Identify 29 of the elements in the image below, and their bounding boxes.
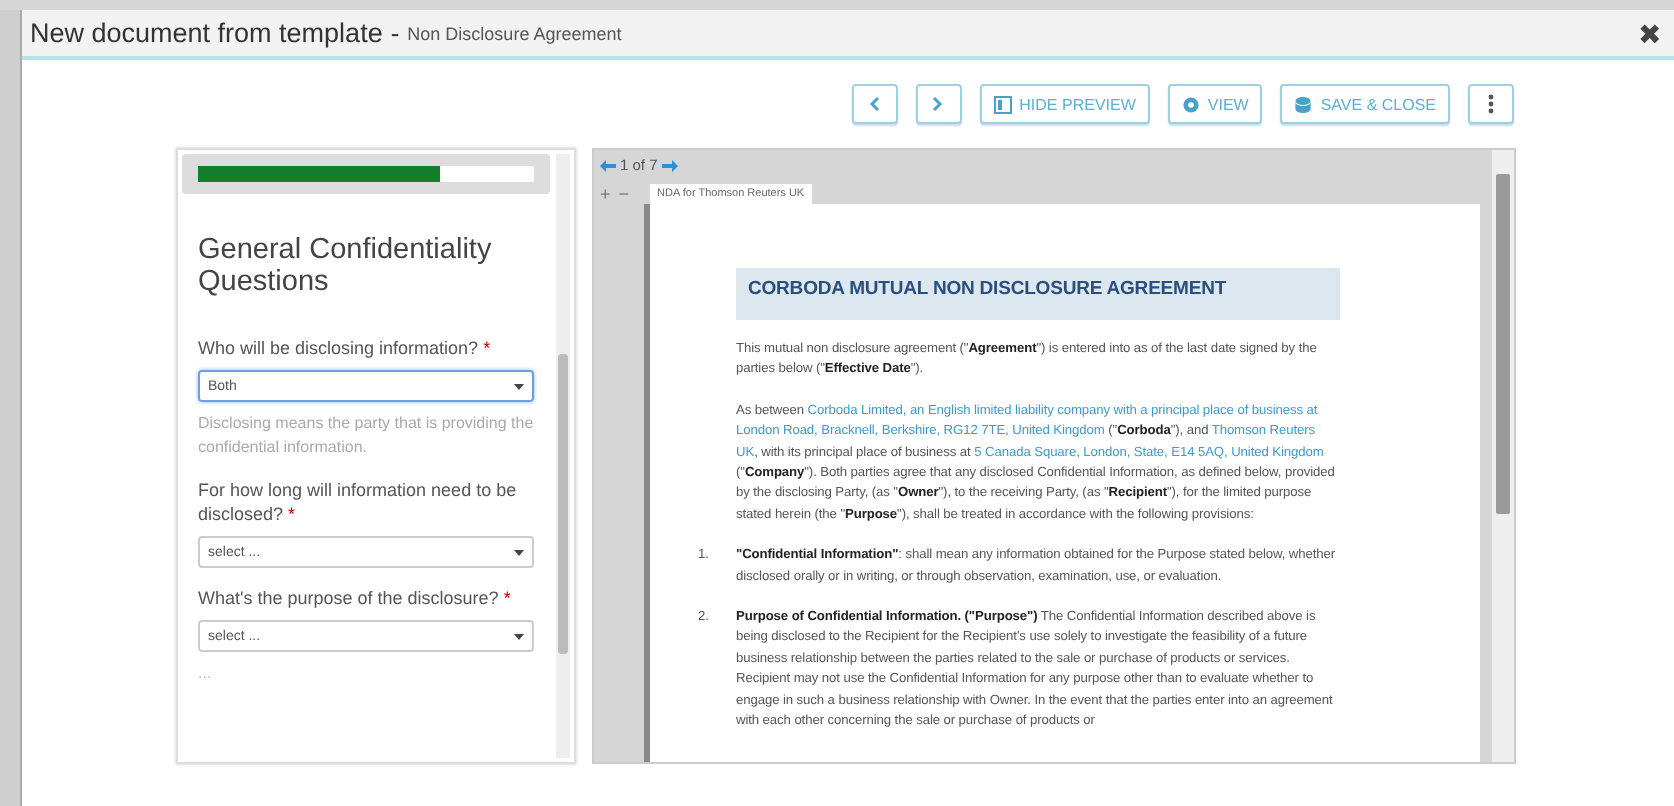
zoom-in-button[interactable]: + (600, 184, 611, 204)
question-label: For how long will information need to be disclosed? * (198, 478, 519, 526)
title-separator: - (390, 18, 400, 48)
zoom-out-button[interactable]: − (618, 184, 630, 204)
scrollbar[interactable] (1492, 150, 1514, 762)
database-icon (1294, 95, 1313, 113)
gear-icon (1181, 95, 1200, 113)
chevron-right-icon (932, 96, 945, 112)
previous-button[interactable] (851, 84, 898, 124)
help-text: Disclosing means the party that is providing the confidential information. (198, 412, 534, 460)
question-label: What's the purpose of the disclosure? * (198, 586, 513, 610)
panel-icon (993, 95, 1012, 113)
scrollbar[interactable] (556, 154, 570, 758)
ellipsis-text: ... (198, 664, 214, 682)
dropdown-caret-icon (514, 383, 524, 389)
arrow-left-icon[interactable] (600, 159, 616, 171)
section-title: General Confidentiality Questions (198, 234, 494, 298)
dropdown-caret-icon (514, 549, 524, 555)
more-vertical-icon (1488, 94, 1494, 114)
chevron-left-icon (868, 96, 881, 112)
question-label: Who will be disclosing information? * (198, 336, 493, 360)
dropdown-caret-icon (514, 633, 524, 639)
window-subtitle: Non Disclosure Agreement (407, 23, 622, 43)
document-heading: CORBODA MUTUAL NON DISCLOSURE AGREEMENT (736, 268, 1340, 320)
arrow-right-icon[interactable] (661, 159, 678, 171)
window-title: New document from template (30, 18, 383, 48)
close-button[interactable]: ✖ (1638, 17, 1662, 49)
more-button[interactable] (1468, 84, 1514, 124)
next-button[interactable] (915, 84, 962, 124)
